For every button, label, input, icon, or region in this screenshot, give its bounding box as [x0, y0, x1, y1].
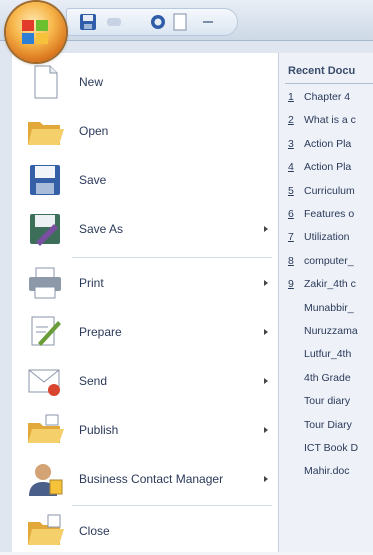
- recent-document-item[interactable]: 3 Action Pla: [288, 138, 351, 150]
- recent-documents-divider: [285, 83, 373, 84]
- menu-commands-pane: New Open Save Save As Print Prepare Send…: [12, 53, 279, 552]
- refresh-icon[interactable]: [149, 13, 167, 31]
- menu-item-label: Open: [79, 124, 109, 138]
- menu-item-label: Save: [79, 173, 107, 187]
- menu-item-print[interactable]: Print: [12, 260, 278, 306]
- recent-document-name: Utilization: [304, 231, 350, 244]
- new-document-icon: [26, 63, 64, 101]
- save-as-icon: [26, 210, 64, 248]
- submenu-arrow-icon: [264, 476, 268, 482]
- recent-document-item[interactable]: Tour diary: [288, 395, 350, 407]
- recent-document-name: Munabbir_: [304, 301, 354, 314]
- menu-item-label: New: [79, 75, 104, 89]
- recent-document-name: Lutfur_4th: [304, 348, 352, 361]
- recent-document-name: Features o: [304, 208, 355, 220]
- recent-document-item[interactable]: 6 Features o: [288, 208, 354, 220]
- menu-item-save-as[interactable]: Save As: [12, 206, 278, 252]
- recent-document-number: 7: [288, 231, 294, 244]
- printer-icon: [26, 264, 64, 302]
- menu-item-label: Prepare: [79, 325, 122, 339]
- recent-document-name: Nuruzzama: [304, 325, 358, 337]
- submenu-arrow-icon: [264, 280, 268, 286]
- prepare-icon: [26, 313, 64, 351]
- recent-document-item[interactable]: 4 Action Pla: [288, 161, 351, 173]
- menu-item-label: Close: [79, 524, 110, 538]
- recent-document-number: 8: [288, 254, 294, 267]
- open-folder-icon: [26, 112, 64, 150]
- recent-document-item[interactable]: Munabbir_: [288, 302, 354, 314]
- contact-manager-icon: [26, 460, 64, 498]
- undo-icon[interactable]: [105, 13, 123, 31]
- office-menu: New Open Save Save As Print Prepare Send…: [0, 40, 373, 552]
- close-folder-icon: [26, 512, 64, 550]
- recent-document-item[interactable]: 4th Grade: [288, 372, 351, 384]
- document-icon[interactable]: [171, 13, 189, 31]
- menu-item-open[interactable]: Open: [12, 108, 278, 154]
- send-icon: [26, 362, 64, 400]
- recent-document-name: computer_: [304, 254, 354, 267]
- recent-document-item[interactable]: 9 Zakir_4th c: [288, 278, 356, 290]
- save-disk-icon: [26, 161, 64, 199]
- menu-item-business-contact-manager[interactable]: Business Contact Manager: [12, 456, 278, 502]
- recent-document-name: Action Pla: [304, 161, 352, 174]
- menu-item-label: Publish: [79, 423, 119, 437]
- customize-toolbar-icon[interactable]: [199, 13, 217, 31]
- submenu-arrow-icon: [264, 226, 268, 232]
- recent-document-name: Chapter 4: [304, 91, 351, 103]
- recent-document-number: 5: [288, 184, 294, 197]
- recent-documents-pane: Recent Docu 1 Chapter 4 2 What is a c 3 Actio…: [279, 53, 373, 552]
- recent-document-name: ICT Book D: [304, 442, 359, 454]
- recent-document-name: Mahir.doc: [304, 465, 350, 478]
- recent-document-number: 4: [288, 161, 294, 174]
- recent-document-name: Action Pla: [304, 137, 352, 150]
- recent-document-item[interactable]: 1 Chapter 4: [288, 91, 350, 103]
- recent-document-item[interactable]: Lutfur_4th: [288, 348, 351, 360]
- menu-item-close[interactable]: Close: [12, 508, 278, 554]
- recent-documents-title: Recent Docu: [288, 65, 356, 77]
- menu-item-label: Send: [79, 374, 108, 388]
- recent-document-name: Curriculum: [304, 184, 355, 197]
- menu-item-send[interactable]: Send: [12, 358, 278, 404]
- menu-separator: [72, 257, 272, 258]
- submenu-arrow-icon: [264, 378, 268, 384]
- recent-document-name: What is a c: [304, 114, 356, 127]
- submenu-arrow-icon: [264, 329, 268, 335]
- recent-document-number: 3: [288, 137, 294, 150]
- recent-document-name: Tour diary: [304, 395, 351, 408]
- publish-icon: [26, 411, 64, 449]
- recent-document-item[interactable]: ICT Book D: [288, 442, 358, 454]
- menu-item-label: Save As: [79, 222, 124, 236]
- recent-document-number: 6: [288, 208, 294, 220]
- recent-document-number: 1: [288, 91, 294, 103]
- office-button[interactable]: [6, 2, 66, 62]
- menu-item-publish[interactable]: Publish: [12, 407, 278, 453]
- recent-document-item[interactable]: Nuruzzama: [288, 325, 358, 337]
- recent-document-name: 4th Grade: [304, 371, 351, 384]
- menu-item-new[interactable]: New: [12, 59, 278, 105]
- quick-access-toolbar: [66, 8, 238, 36]
- recent-document-item[interactable]: 8 computer_: [288, 255, 354, 267]
- menu-item-save[interactable]: Save: [12, 157, 278, 203]
- menu-separator: [72, 505, 272, 506]
- recent-document-item[interactable]: 2 What is a c: [288, 114, 356, 126]
- menu-item-prepare[interactable]: Prepare: [12, 309, 278, 355]
- office-logo-icon: [20, 17, 52, 47]
- recent-document-item[interactable]: Tour Diary: [288, 419, 352, 431]
- recent-document-number: 9: [288, 278, 294, 291]
- recent-document-name: Tour Diary: [304, 418, 352, 431]
- save-icon[interactable]: [79, 13, 97, 31]
- recent-document-name: Zakir_4th c: [304, 278, 356, 291]
- recent-document-item[interactable]: 7 Utilization: [288, 231, 350, 243]
- recent-document-item[interactable]: 5 Curriculum: [288, 185, 355, 197]
- submenu-arrow-icon: [264, 427, 268, 433]
- recent-document-item[interactable]: Mahir.doc: [288, 465, 350, 477]
- menu-item-label: Print: [79, 276, 104, 290]
- menu-item-label: Business Contact Manager: [79, 472, 224, 486]
- recent-document-number: 2: [288, 114, 294, 127]
